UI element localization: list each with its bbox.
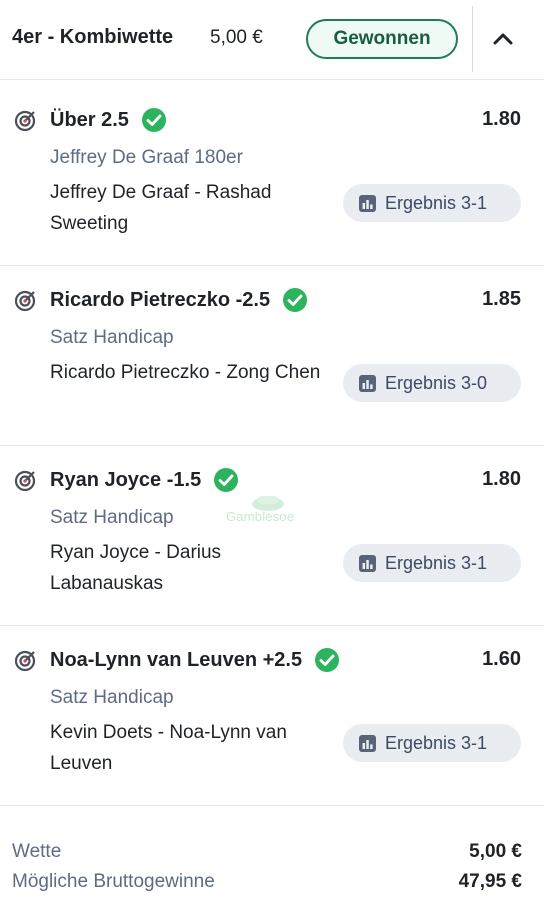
stats-icon — [359, 734, 376, 752]
payout-label: Mögliche Bruttogewinne — [12, 871, 215, 892]
stats-icon — [359, 554, 376, 572]
payout-row: Mögliche Bruttogewinne 47,95 € — [12, 871, 522, 893]
leg-selection: Noa-Lynn van Leuven +2.5 — [50, 647, 340, 673]
leg-event: Ricardo Pietreczko - Zong Chen — [50, 362, 321, 383]
result-chip[interactable]: Ergebnis 3-1 — [343, 184, 521, 222]
result-chip[interactable]: Ergebnis 3-1 — [343, 544, 521, 582]
check-circle-icon — [141, 108, 166, 132]
target-icon — [14, 470, 36, 492]
leg-selection-label: Über 2.5 — [50, 108, 129, 131]
stats-icon — [359, 374, 376, 392]
leg-odds: 1.85 — [482, 288, 521, 310]
target-icon — [14, 650, 36, 672]
leg-market: Jeffrey De Graaf 180er — [50, 147, 243, 168]
target-icon — [14, 110, 36, 132]
bet-stake: 5,00 € — [210, 27, 263, 48]
bet-header: 4er - Kombiwette 5,00 € Gewonnen — [0, 0, 544, 80]
bet-leg: Ricardo Pietreczko -2.5 1.85 Satz Handic… — [0, 266, 544, 446]
leg-selection-label: Ryan Joyce -1.5 — [50, 468, 202, 491]
leg-selection: Ricardo Pietreczko -2.5 — [50, 287, 308, 313]
stake-value: 5,00 € — [469, 841, 522, 862]
result-label: Ergebnis 3-1 — [385, 552, 488, 573]
result-chip[interactable]: Ergebnis 3-1 — [343, 724, 521, 762]
bet-leg: Über 2.5 1.80 Jeffrey De Graaf 180er Jef… — [0, 86, 544, 266]
leg-selection-label: Ricardo Pietreczko -2.5 — [50, 288, 271, 311]
leg-selection: Über 2.5 — [50, 107, 167, 133]
leg-odds: 1.80 — [482, 108, 521, 130]
leg-selection: Ryan Joyce -1.5 — [50, 467, 239, 493]
leg-event: Ryan Joyce - Darius Labanauskas — [50, 542, 222, 594]
leg-event: Kevin Doets - Noa-Lynn van Leuven — [50, 722, 287, 774]
result-label: Ergebnis 3-0 — [385, 372, 488, 393]
stake-label: Wette — [12, 841, 62, 862]
leg-market: Satz Handicap — [50, 507, 174, 528]
stake-row: Wette 5,00 € — [12, 841, 522, 863]
chevron-up-icon[interactable] — [486, 22, 520, 56]
watermark-text: Gamblesoe — [226, 509, 295, 524]
bet-summary: Wette 5,00 € Mögliche Bruttogewinne 47,9… — [0, 804, 544, 900]
result-label: Ergebnis 3-1 — [385, 732, 488, 753]
status-badge: Gewonnen — [306, 19, 458, 59]
check-circle-icon — [214, 468, 239, 492]
check-circle-icon — [315, 648, 340, 672]
leg-market: Satz Handicap — [50, 327, 174, 348]
payout-value: 47,95 € — [458, 871, 522, 892]
stats-icon — [359, 194, 376, 212]
result-label: Ergebnis 3-1 — [385, 192, 488, 213]
leg-selection-label: Noa-Lynn van Leuven +2.5 — [50, 648, 303, 671]
bet-type-title: 4er - Kombiwette — [12, 26, 174, 48]
header-divider — [472, 6, 473, 72]
watermark: Gamblesoe — [226, 492, 322, 528]
check-circle-icon — [283, 288, 308, 312]
bet-leg: Ryan Joyce -1.5 1.80 Satz Handicap Ryan … — [0, 446, 544, 626]
leg-odds: 1.60 — [482, 648, 521, 670]
leg-market: Satz Handicap — [50, 687, 174, 708]
target-icon — [14, 290, 36, 312]
result-chip[interactable]: Ergebnis 3-0 — [343, 364, 521, 402]
leg-event: Jeffrey De Graaf - Rashad Sweeting — [50, 182, 272, 234]
leg-odds: 1.80 — [482, 468, 521, 490]
bet-leg: Noa-Lynn van Leuven +2.5 1.60 Satz Handi… — [0, 626, 544, 806]
